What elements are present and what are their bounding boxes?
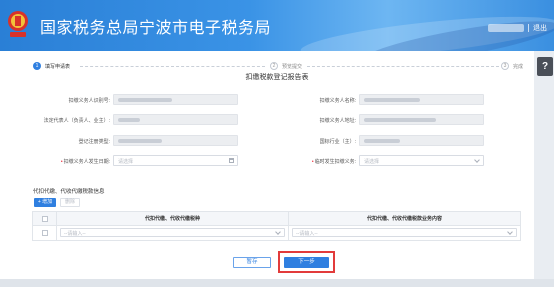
registration-type-field (113, 135, 238, 146)
occurrence-date-input[interactable]: 请选择 (113, 155, 238, 166)
chevron-down-icon (507, 229, 513, 235)
row-select-cell (33, 226, 57, 240)
step-2-number: 2 (270, 62, 278, 70)
step-connector (307, 66, 499, 67)
tax-type-placeholder: --请输入-- (64, 231, 86, 237)
business-content-placeholder: --请输入-- (296, 231, 318, 237)
section-title: 代扣代缴、代收代缴税款信息 (33, 189, 105, 195)
column-header-tax-type: 代扣代缴、代收代缴税种 (57, 212, 289, 225)
taxpayer-name-field (359, 94, 484, 105)
tax-type-select[interactable]: --请输入-- (60, 228, 285, 237)
add-row-button[interactable]: + 增加 (34, 198, 56, 207)
step-2-label: 预览提交 (282, 64, 303, 70)
step-3-label: 完成 (513, 64, 524, 70)
step-1-number: 1 (33, 62, 41, 70)
select-all-cell (33, 212, 57, 225)
site-title: 国家税务总局宁波市电子税务局 (40, 20, 272, 37)
taxpayer-id-label: 扣缴义务人识别号: (68, 98, 110, 104)
delete-row-button[interactable]: 删除 (60, 198, 80, 207)
user-name[interactable] (488, 24, 524, 32)
withholding-table: 代扣代缴、代收代缴税种 代扣代缴、代收代缴税款业务内容 --请输入-- --请输… (32, 211, 521, 241)
logout-link[interactable]: 退出 (533, 23, 547, 33)
save-draft-button[interactable]: 暂存 (233, 257, 271, 268)
industry-field (359, 135, 484, 146)
legal-rep-field (113, 114, 238, 125)
taxpayer-name-label: 扣缴义务人名称: (319, 98, 356, 104)
tax-type-cell: --请输入-- (57, 226, 289, 240)
taxpayer-address-field (359, 114, 484, 125)
row-checkbox[interactable] (41, 230, 48, 236)
business-content-select[interactable]: --请输入-- (292, 228, 517, 237)
page-footer (0, 279, 554, 287)
temporary-withholding-select[interactable]: 请选择 (359, 155, 484, 166)
business-content-cell: --请输入-- (289, 226, 520, 240)
chevron-down-icon (474, 157, 480, 163)
header-divider (528, 24, 529, 32)
registration-type-label: 登记注册类型: (78, 139, 110, 145)
temporary-withholding-label: •临时发生扣缴义务: (311, 159, 356, 165)
step-connector (80, 66, 265, 67)
next-step-button[interactable]: 下一步 (284, 257, 329, 268)
select-all-checkbox[interactable] (41, 215, 48, 222)
column-header-business-content: 代扣代缴、代收代缴税款业务内容 (366, 216, 442, 222)
taxpayer-address-label: 扣缴义务人地址: (319, 118, 356, 124)
top-banner: 国家税务总局宁波市电子税务局 退出 (0, 0, 554, 51)
table-header-row: 代扣代缴、代收代缴税种 代扣代缴、代收代缴税款业务内容 (33, 212, 520, 226)
step-1-label: 填写申请表 (45, 64, 71, 70)
occurrence-date-label: •扣缴义务人发生日期: (60, 159, 110, 165)
select-placeholder: 请选择 (364, 159, 380, 165)
step-3-number: 3 (501, 62, 509, 70)
industry-label: 国标行业（主）: (319, 139, 356, 145)
taxpayer-id-field (113, 94, 238, 105)
chevron-down-icon (275, 229, 281, 235)
legal-rep-label: 法定代表人（负责人、业主）: (43, 118, 110, 124)
date-placeholder: 请选择 (118, 159, 134, 165)
table-row: --请输入-- --请输入-- (33, 226, 520, 240)
tax-emblem-icon (8, 11, 28, 37)
next-button-highlight: 下一步 (278, 251, 335, 273)
form-title: 扣缴税款登记报告表 (245, 74, 309, 81)
calendar-icon[interactable] (229, 158, 234, 163)
